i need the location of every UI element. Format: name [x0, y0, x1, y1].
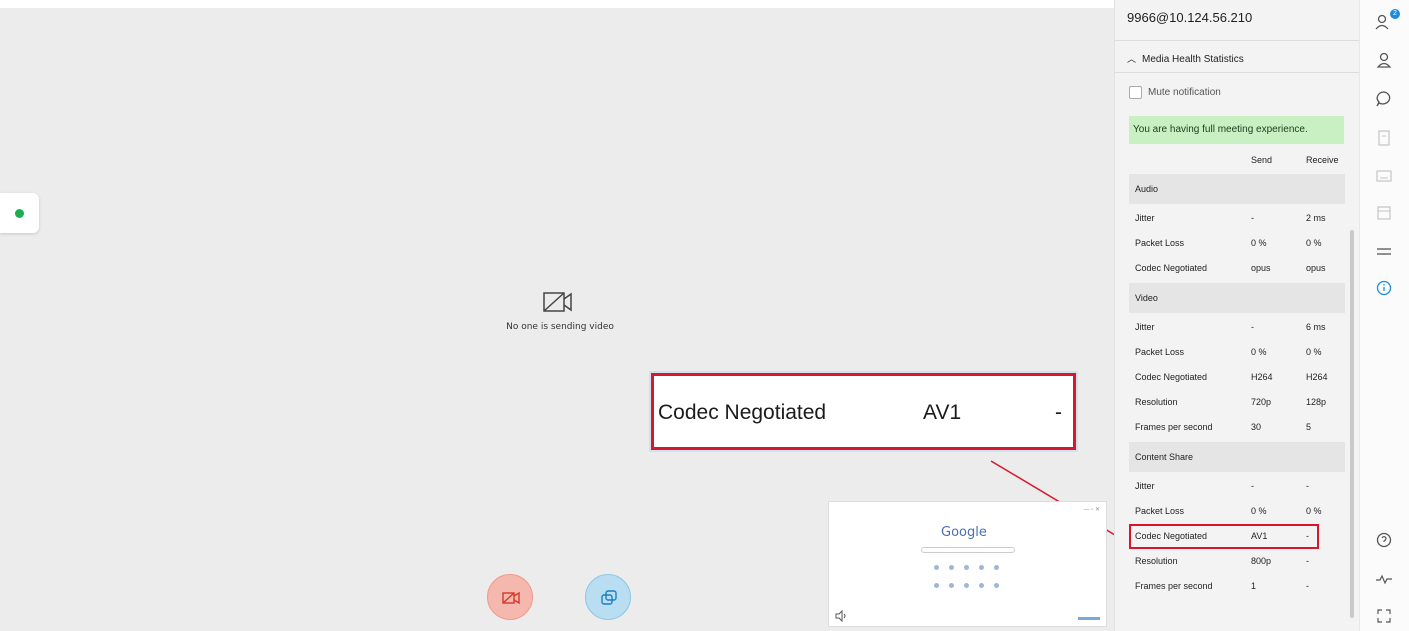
no-video-placeholder: No one is sending video — [480, 290, 640, 332]
video-off-icon — [543, 292, 572, 312]
no-video-text: No one is sending video — [506, 322, 614, 332]
highlighted-table-row: Codec Negotiated AV1- — [1129, 524, 1319, 549]
panel-title: 9966@10.124.56.210 — [1127, 10, 1253, 25]
share-icon — [601, 590, 617, 605]
share-button[interactable] — [585, 574, 631, 620]
group-video: Video — [1129, 283, 1345, 313]
table-row: Jitter -6 ms — [1135, 322, 1326, 332]
table-row: Packet Loss 0 % 0 % — [1135, 238, 1322, 248]
checkbox-icon[interactable] — [1129, 86, 1142, 99]
connection-status[interactable] — [0, 193, 39, 233]
table-header: Send Receive — [1129, 148, 1345, 172]
right-icon-rail — [1359, 0, 1409, 631]
table-row: Packet Loss 0 % 0 % — [1135, 506, 1322, 516]
settings-icon[interactable] — [1374, 241, 1394, 261]
table-row: Jitter -2 ms — [1135, 213, 1326, 223]
media-stats-panel: 9966@10.124.56.210 ︿ Media Health Statist… — [1114, 0, 1360, 631]
whiteboard-icon[interactable] — [1374, 203, 1394, 223]
stats-table: Send Receive Audio Jitter -2 ms Packet Lo… — [1129, 148, 1345, 599]
col-send: Send — [1251, 155, 1273, 165]
group-content-share: Content Share — [1129, 442, 1345, 472]
table-row: Frames per second 30 5 — [1135, 422, 1312, 432]
participants-badge: 2 — [1390, 9, 1400, 19]
col-receive: Receive — [1306, 155, 1339, 165]
experience-banner: You are having full meeting experience. — [1129, 116, 1344, 144]
stop-video-button[interactable] — [487, 574, 533, 620]
video-off-icon — [502, 591, 520, 605]
chevron-up-icon: ︿ — [1127, 54, 1137, 64]
table-row: Codec Negotiated opus opus — [1135, 263, 1326, 273]
panel-scrollbar[interactable] — [1350, 230, 1354, 618]
table-row: Frames per second 1- — [1135, 581, 1309, 591]
table-row: Packet Loss 0 % 0 % — [1135, 347, 1322, 357]
contact-icon[interactable] — [1374, 50, 1394, 70]
media-health-toggle[interactable]: ︿ Media Health Statistics — [1127, 52, 1244, 65]
status-dot-icon — [15, 209, 24, 218]
chat-icon[interactable] — [1374, 89, 1394, 109]
callout-send: AV1 — [923, 401, 962, 424]
shared-content-thumbnail[interactable]: — ▫ ✕ Google — [828, 501, 1107, 627]
help-icon[interactable] — [1374, 530, 1394, 550]
group-audio: Audio — [1129, 174, 1345, 204]
thumbnail-search-bar — [921, 547, 1015, 553]
divider — [1115, 40, 1360, 41]
thumbnail-tag — [1078, 617, 1100, 620]
top-strip — [0, 0, 1114, 8]
thumbnail-controls: — ▫ ✕ — [1083, 507, 1101, 513]
divider — [1115, 72, 1360, 73]
activity-icon[interactable] — [1374, 569, 1394, 589]
info-icon[interactable] — [1374, 278, 1394, 298]
mute-notification-checkbox[interactable]: Mute notification — [1129, 86, 1221, 99]
thumbnail-shortcuts — [929, 560, 1009, 596]
google-logo: Google — [941, 525, 987, 540]
table-row: Resolution 720p 128p — [1135, 397, 1327, 407]
table-row: Resolution 800p - — [1135, 556, 1309, 566]
table-row: Codec Negotiated H264 H264 — [1135, 372, 1328, 382]
mute-label: Mute notification — [1148, 87, 1221, 99]
table-row: Jitter - - — [1135, 481, 1309, 491]
section-title: Media Health Statistics — [1142, 54, 1244, 65]
callout-name: Codec Negotiated — [658, 401, 827, 424]
callout-receive: - — [1055, 401, 1062, 424]
codec-callout: Codec Negotiated AV1 - — [651, 373, 1076, 450]
fullscreen-icon[interactable] — [1374, 606, 1394, 626]
speaker-icon[interactable] — [835, 610, 847, 622]
notes-icon[interactable] — [1374, 128, 1394, 148]
captions-icon[interactable] — [1374, 166, 1394, 186]
